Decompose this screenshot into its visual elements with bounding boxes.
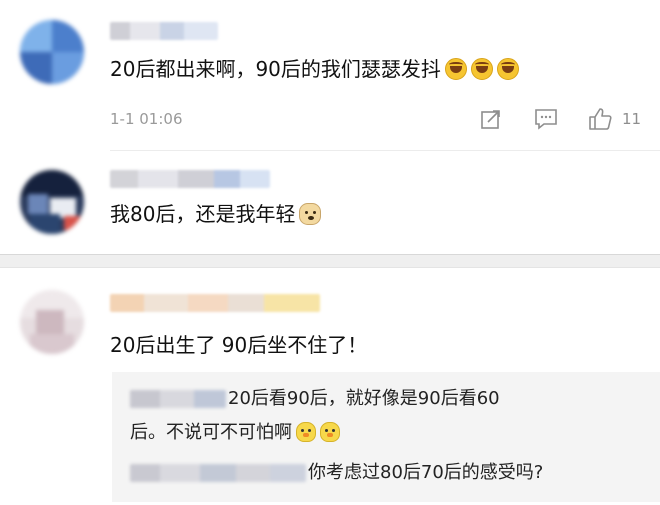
- comment-text: 我80后，还是我年轻: [110, 200, 322, 228]
- section-separator: [0, 254, 660, 268]
- comment-item-1: 20后都出来啊，90后的我们瑟瑟发抖 1-1 01:06 11: [0, 0, 660, 150]
- reply-icon[interactable]: [534, 108, 558, 134]
- username-blurred[interactable]: [110, 294, 320, 312]
- comment-item-2: 我80后，还是我年轻: [0, 150, 660, 250]
- chicken-icon: [296, 422, 316, 442]
- comment-timestamp: 1-1 01:06: [110, 110, 183, 128]
- reply-username-blurred[interactable]: [130, 390, 226, 408]
- laughing-crying-icon: [470, 58, 493, 80]
- comment-text: 20后都出来啊，90后的我们瑟瑟发抖: [110, 55, 519, 83]
- reply-text: 你考虑过80后70后的感受吗?: [308, 462, 544, 483]
- reply-text: 后。不说可不可怕啊: [130, 420, 340, 446]
- username-blurred[interactable]: [110, 170, 270, 188]
- replies-box[interactable]: 20后看90后，就好像是90后看60 后。不说可不可怕啊 你考虑过80后70后的…: [112, 372, 660, 502]
- reply-username-blurred[interactable]: [130, 464, 306, 482]
- thumbs-up-icon[interactable]: [588, 107, 612, 135]
- username-blurred[interactable]: [110, 22, 218, 40]
- avatar[interactable]: [20, 170, 84, 234]
- like-count: 11: [622, 110, 642, 128]
- chicken-icon: [320, 422, 340, 442]
- share-icon[interactable]: [480, 108, 502, 134]
- doge-icon: [299, 203, 322, 225]
- laughing-crying-icon: [496, 58, 519, 80]
- comment-item-3: 20后出生了 90后坐不住了！ 20后看90后，就好像是90后看60 后。不说可…: [0, 268, 660, 505]
- reply-text: 20后看90后，就好像是90后看60: [228, 388, 500, 409]
- avatar[interactable]: [20, 290, 84, 354]
- avatar[interactable]: [20, 20, 84, 84]
- comment-text: 20后出生了 90后坐不住了！: [110, 333, 368, 357]
- laughing-crying-icon: [444, 58, 467, 80]
